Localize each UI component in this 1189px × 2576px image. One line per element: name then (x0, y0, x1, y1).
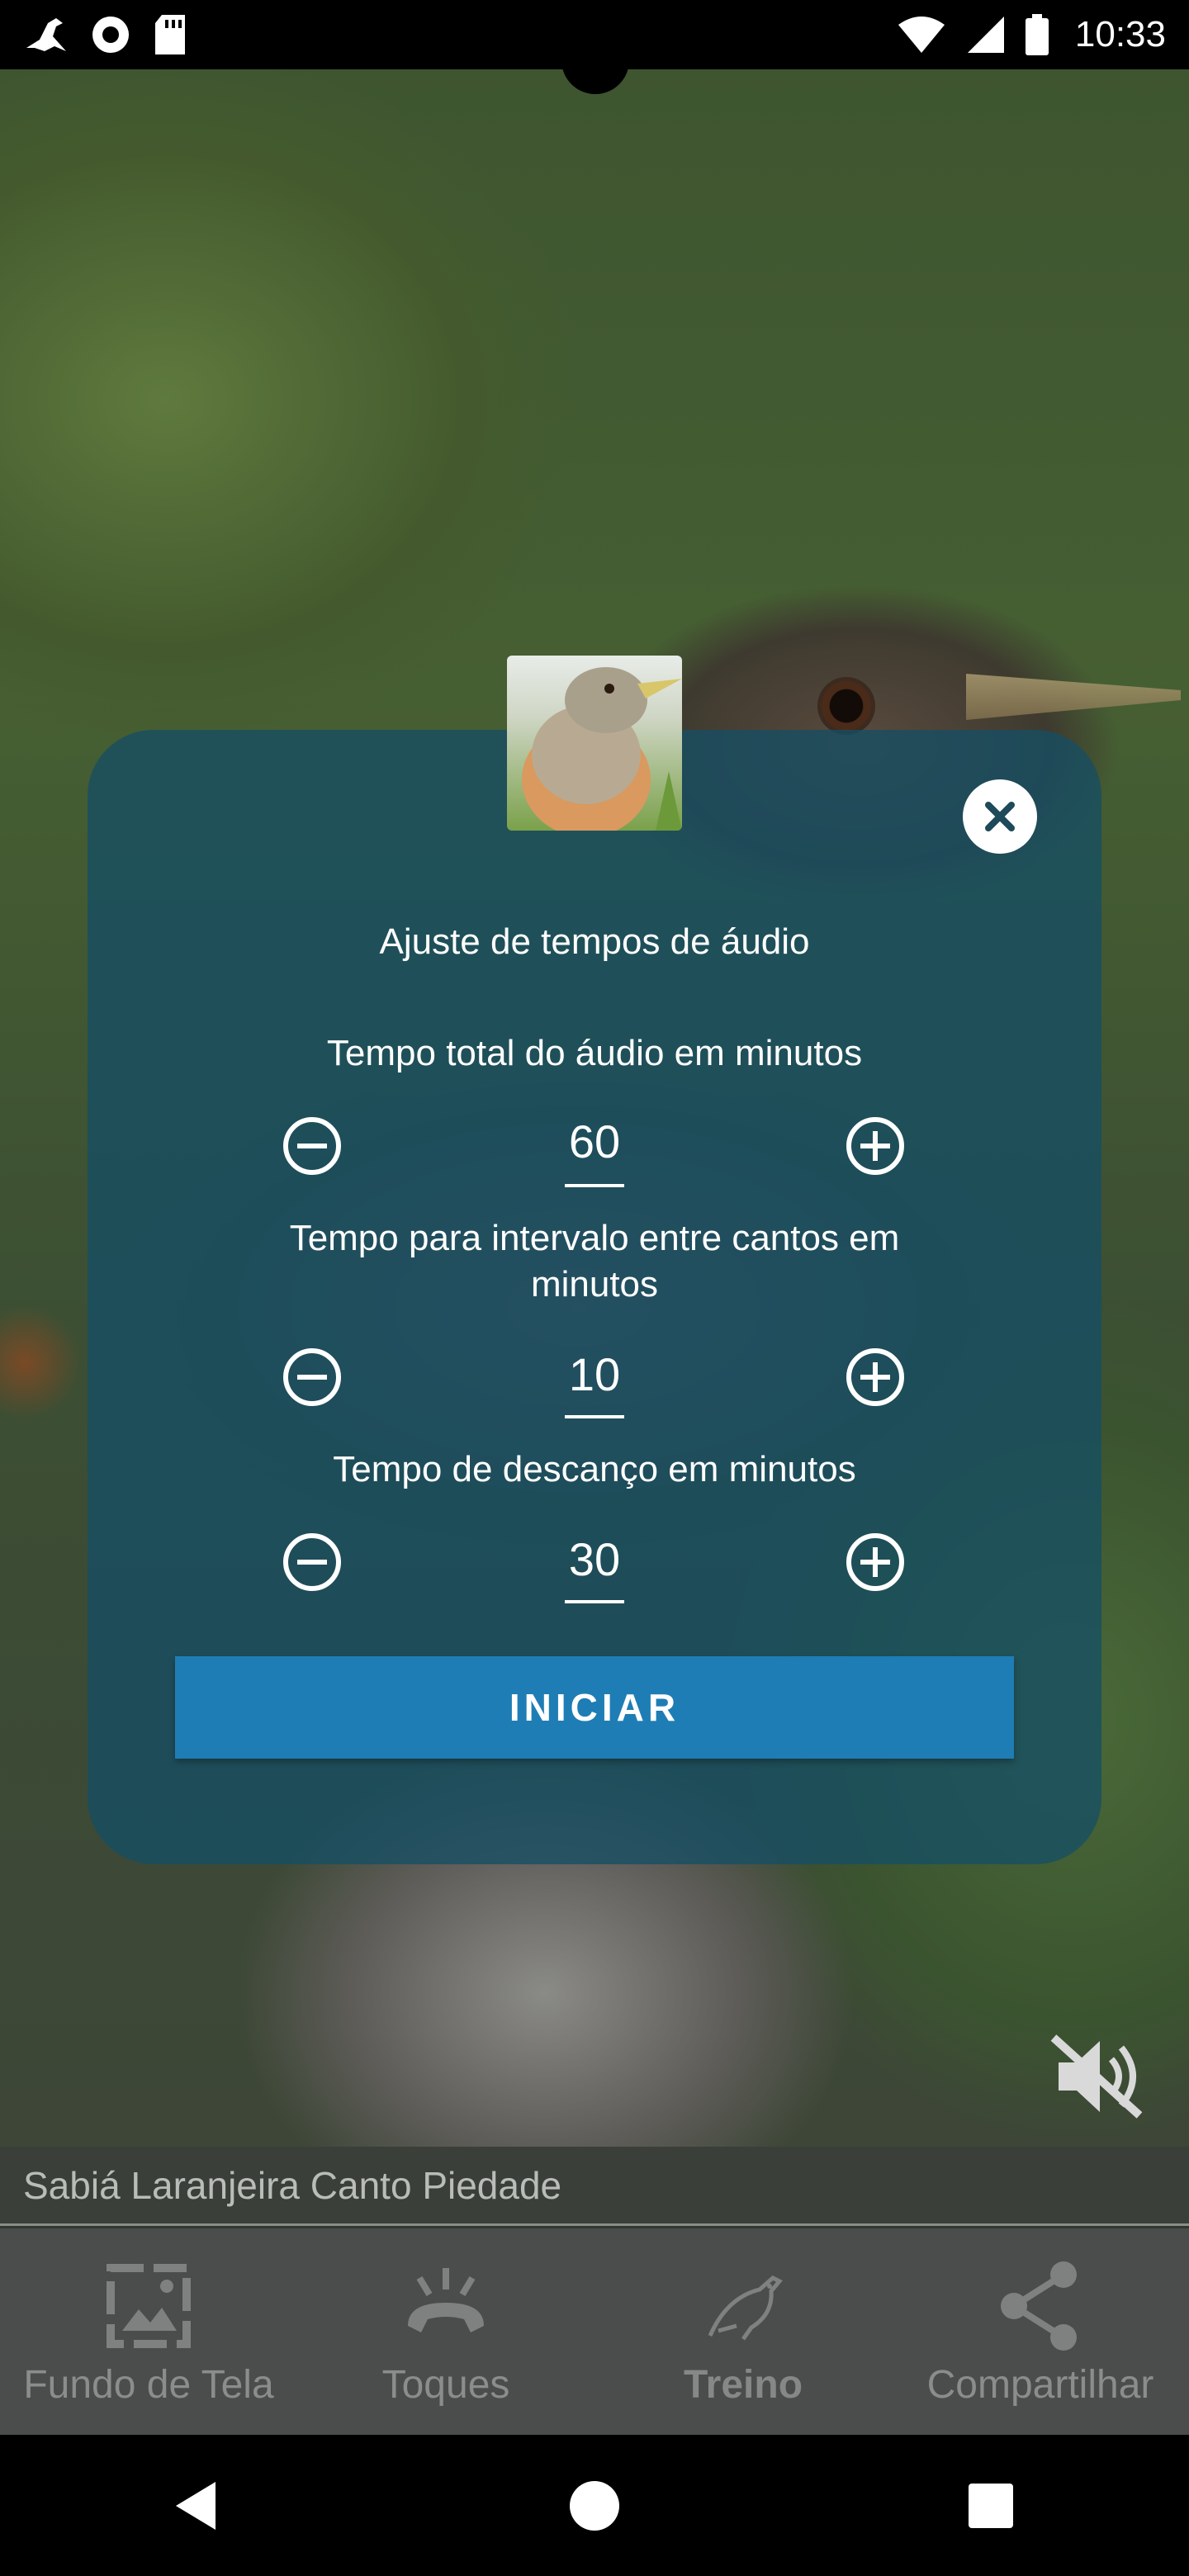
nav-item-share[interactable]: Compartilhar (892, 2228, 1189, 2435)
bird-breast (0, 1305, 83, 1420)
track-title-bar: Sabiá Laranjeira Canto Piedade (0, 2147, 1189, 2226)
total-time-value[interactable]: 60 (528, 1115, 661, 1168)
bird-notification-icon (26, 18, 66, 51)
wifi-icon (898, 17, 945, 53)
bird-training-icon (708, 2275, 783, 2340)
nav-label-training: Treino (683, 2362, 803, 2407)
nav-label-ringtones: Toques (381, 2362, 510, 2407)
share-icon (1001, 2261, 1077, 2351)
interval-time-underline (565, 1415, 624, 1418)
close-icon (985, 802, 1015, 831)
nav-label-wallpaper: Fundo de Tela (23, 2362, 274, 2407)
rest-time-value[interactable]: 30 (528, 1532, 661, 1586)
interval-time-label: Tempo para intervalo entre cantos em min… (88, 1215, 1101, 1308)
interval-decrease-button[interactable] (281, 1346, 343, 1409)
mute-icon[interactable] (1047, 2031, 1146, 2122)
nav-label-share: Compartilhar (926, 2362, 1154, 2407)
track-title: Sabiá Laranjeira Canto Piedade (23, 2163, 562, 2207)
bird-thumbnail (507, 656, 682, 831)
rest-time-label: Tempo de descanço em minutos (333, 1449, 856, 1489)
nav-item-training[interactable]: Treino (594, 2228, 892, 2435)
total-time-underline (565, 1184, 624, 1187)
wallpaper-icon (107, 2263, 191, 2348)
total-increase-button[interactable] (844, 1115, 907, 1177)
home-icon[interactable] (566, 2477, 623, 2535)
ringtone-icon (408, 2267, 484, 2332)
sd-card-icon (155, 15, 185, 54)
interval-increase-button[interactable] (844, 1346, 907, 1409)
recents-icon[interactable] (962, 2477, 1020, 2535)
record-icon (92, 17, 129, 53)
back-icon[interactable] (169, 2477, 227, 2535)
signal-icon (967, 17, 1004, 53)
clock: 10:33 (1074, 14, 1166, 54)
rest-increase-button[interactable] (844, 1531, 907, 1593)
dialog-title: Ajuste de tempos de áudio (379, 921, 810, 962)
nav-item-ringtones[interactable]: Toques (297, 2228, 594, 2435)
nav-item-wallpaper[interactable]: Fundo de Tela (0, 2228, 297, 2435)
total-decrease-button[interactable] (281, 1115, 343, 1177)
close-button[interactable] (963, 779, 1037, 854)
total-time-label: Tempo total do áudio em minutos (326, 1033, 863, 1073)
battery-icon (1025, 14, 1049, 55)
rest-time-underline (565, 1600, 624, 1603)
rest-decrease-button[interactable] (281, 1531, 343, 1593)
start-button[interactable]: INICIAR (175, 1656, 1014, 1759)
bird-eye (817, 677, 875, 735)
system-navigation-bar (0, 2435, 1189, 2576)
bottom-navigation: Fundo de Tela Toques Treino Compartilhar (0, 2228, 1189, 2435)
interval-time-label-text: Tempo para intervalo entre cantos em min… (289, 1218, 900, 1305)
interval-time-value[interactable]: 10 (528, 1347, 661, 1401)
